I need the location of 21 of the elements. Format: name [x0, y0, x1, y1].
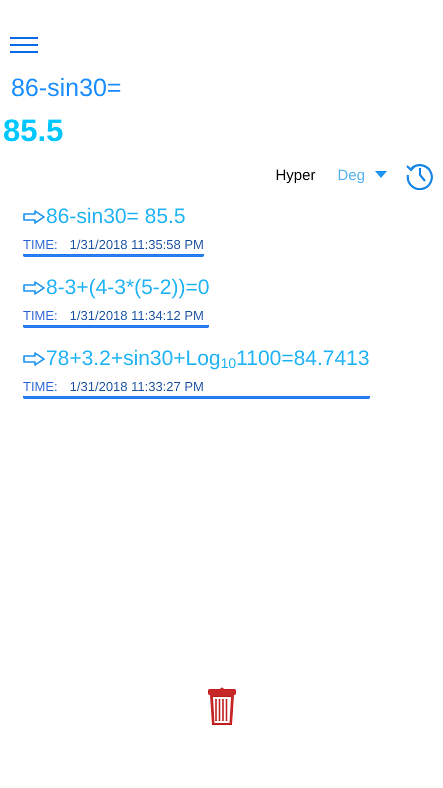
result-display: 85.5	[3, 113, 64, 149]
history-entry[interactable]: 86-sin30= 85.5 TIME: 1/31/2018 11:35:58 PM	[23, 202, 204, 257]
history-entry[interactable]: 78+3.2+sin30+Log$_{10}$1100=84.7413 TIME: 1/31/2018 11:33:27 PM	[23, 344, 370, 399]
arrow-icon	[23, 210, 45, 224]
history-expression: 78+3.2+sin30+Log$_{10}$1100=84.7413	[46, 346, 370, 373]
time-label: TIME:	[23, 378, 58, 396]
arrow-icon	[23, 352, 45, 366]
history-expression: 8-3+(4-3*(5-2))=0	[46, 275, 210, 301]
trash-icon[interactable]	[206, 686, 236, 726]
history-expression: 86-sin30= 85.5	[46, 204, 186, 230]
expression-display: 86-sin30=	[11, 73, 122, 104]
hyper-button[interactable]: Hyper	[275, 166, 316, 184]
time-label: TIME:	[23, 236, 58, 254]
caret-icon	[375, 171, 387, 179]
menu-icon[interactable]	[10, 36, 38, 54]
time-label: TIME:	[23, 307, 58, 325]
arrow-icon	[23, 281, 45, 295]
history-entry[interactable]: 8-3+(4-3*(5-2))=0 TIME: 1/31/2018 11:34:12 PM	[23, 273, 210, 328]
timestamp: 1/31/2018 11:34:12 PM	[70, 307, 204, 325]
timestamp: 1/31/2018 11:35:58 PM	[70, 236, 204, 254]
timestamp: 1/31/2018 11:33:27 PM	[70, 378, 204, 396]
